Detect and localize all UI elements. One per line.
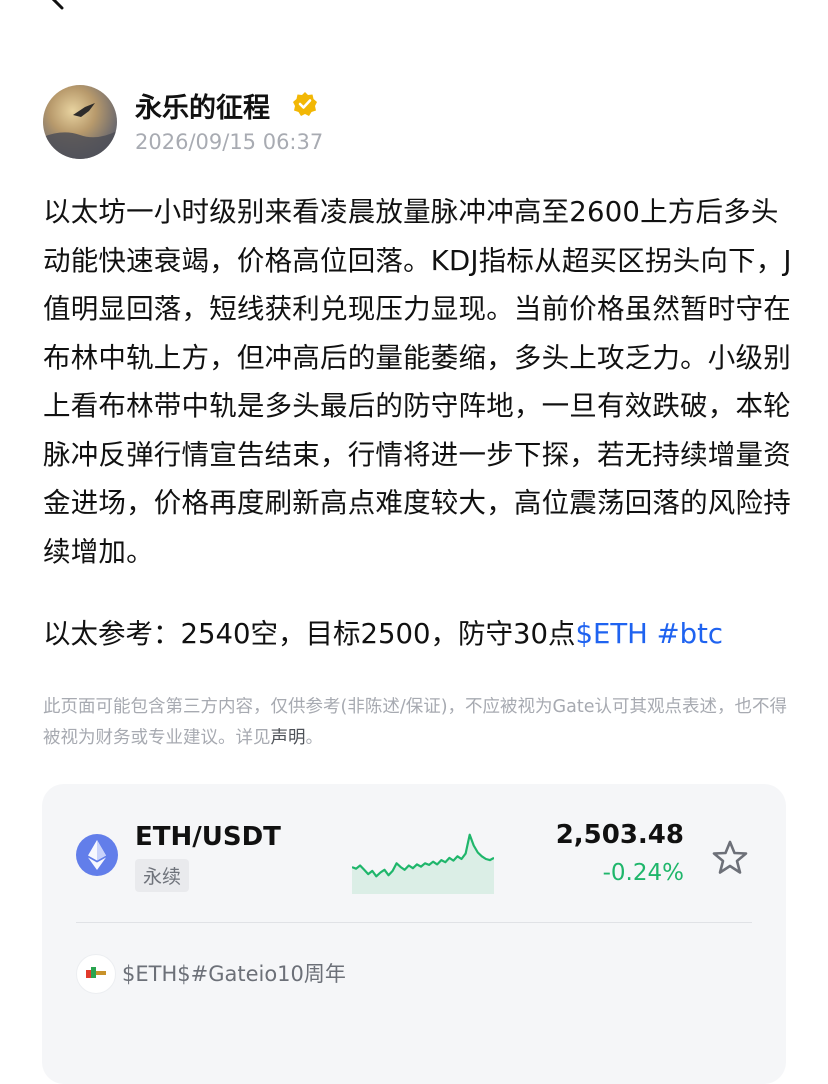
disclaimer-text: 此页面可能包含第三方内容，仅供参考(非陈述/保证)，不应被视为Gate认可其观点… bbox=[43, 697, 787, 748]
card-divider bbox=[76, 922, 752, 923]
star-icon[interactable] bbox=[710, 838, 750, 878]
ticker-change: -0.24% bbox=[602, 860, 684, 886]
disclaimer: 此页面可能包含第三方内容，仅供参考(非陈述/保证)，不应被视为Gate认可其观点… bbox=[43, 692, 788, 754]
ticker-price: 2,503.48 bbox=[555, 820, 684, 850]
tag-eth[interactable]: $ETH bbox=[575, 618, 647, 650]
price-sparkline bbox=[352, 833, 494, 894]
back-arrow-icon[interactable] bbox=[38, 0, 74, 14]
post-time: 2026/09/15 06:37 bbox=[135, 130, 324, 154]
post-body: 以太坊一小时级别来看凌晨放量脉冲冲高至2600上方后多头动能快速衰竭，价格高位回… bbox=[43, 196, 792, 568]
verified-badge-icon bbox=[293, 92, 317, 116]
pair-type-badge: 永续 bbox=[135, 859, 190, 892]
eth-coin-icon bbox=[76, 834, 118, 876]
post-reference-line: 以太参考：2540空，目标2500，防守30点$ETH #btc bbox=[43, 610, 803, 658]
disclaimer-end: 。 bbox=[305, 728, 324, 748]
source-logo bbox=[76, 954, 116, 994]
post-reference: 以太参考：2540空，目标2500，防守30点 bbox=[43, 618, 576, 650]
source-text[interactable]: $ETH$#Gateio10周年 bbox=[122, 958, 346, 988]
avatar-image bbox=[43, 103, 117, 159]
ticker-card[interactable]: ETH/USDT 永续 2,503.48 -0.24% $ETH$#Gateio… bbox=[42, 784, 786, 1084]
tag-btc[interactable]: #btc bbox=[657, 618, 723, 650]
source-logo-mark bbox=[86, 967, 106, 978]
pair-name: ETH/USDT bbox=[135, 822, 281, 852]
avatar[interactable] bbox=[43, 85, 117, 159]
author-name[interactable]: 永乐的征程 bbox=[135, 86, 270, 125]
disclaimer-link[interactable]: 声明 bbox=[271, 728, 306, 748]
